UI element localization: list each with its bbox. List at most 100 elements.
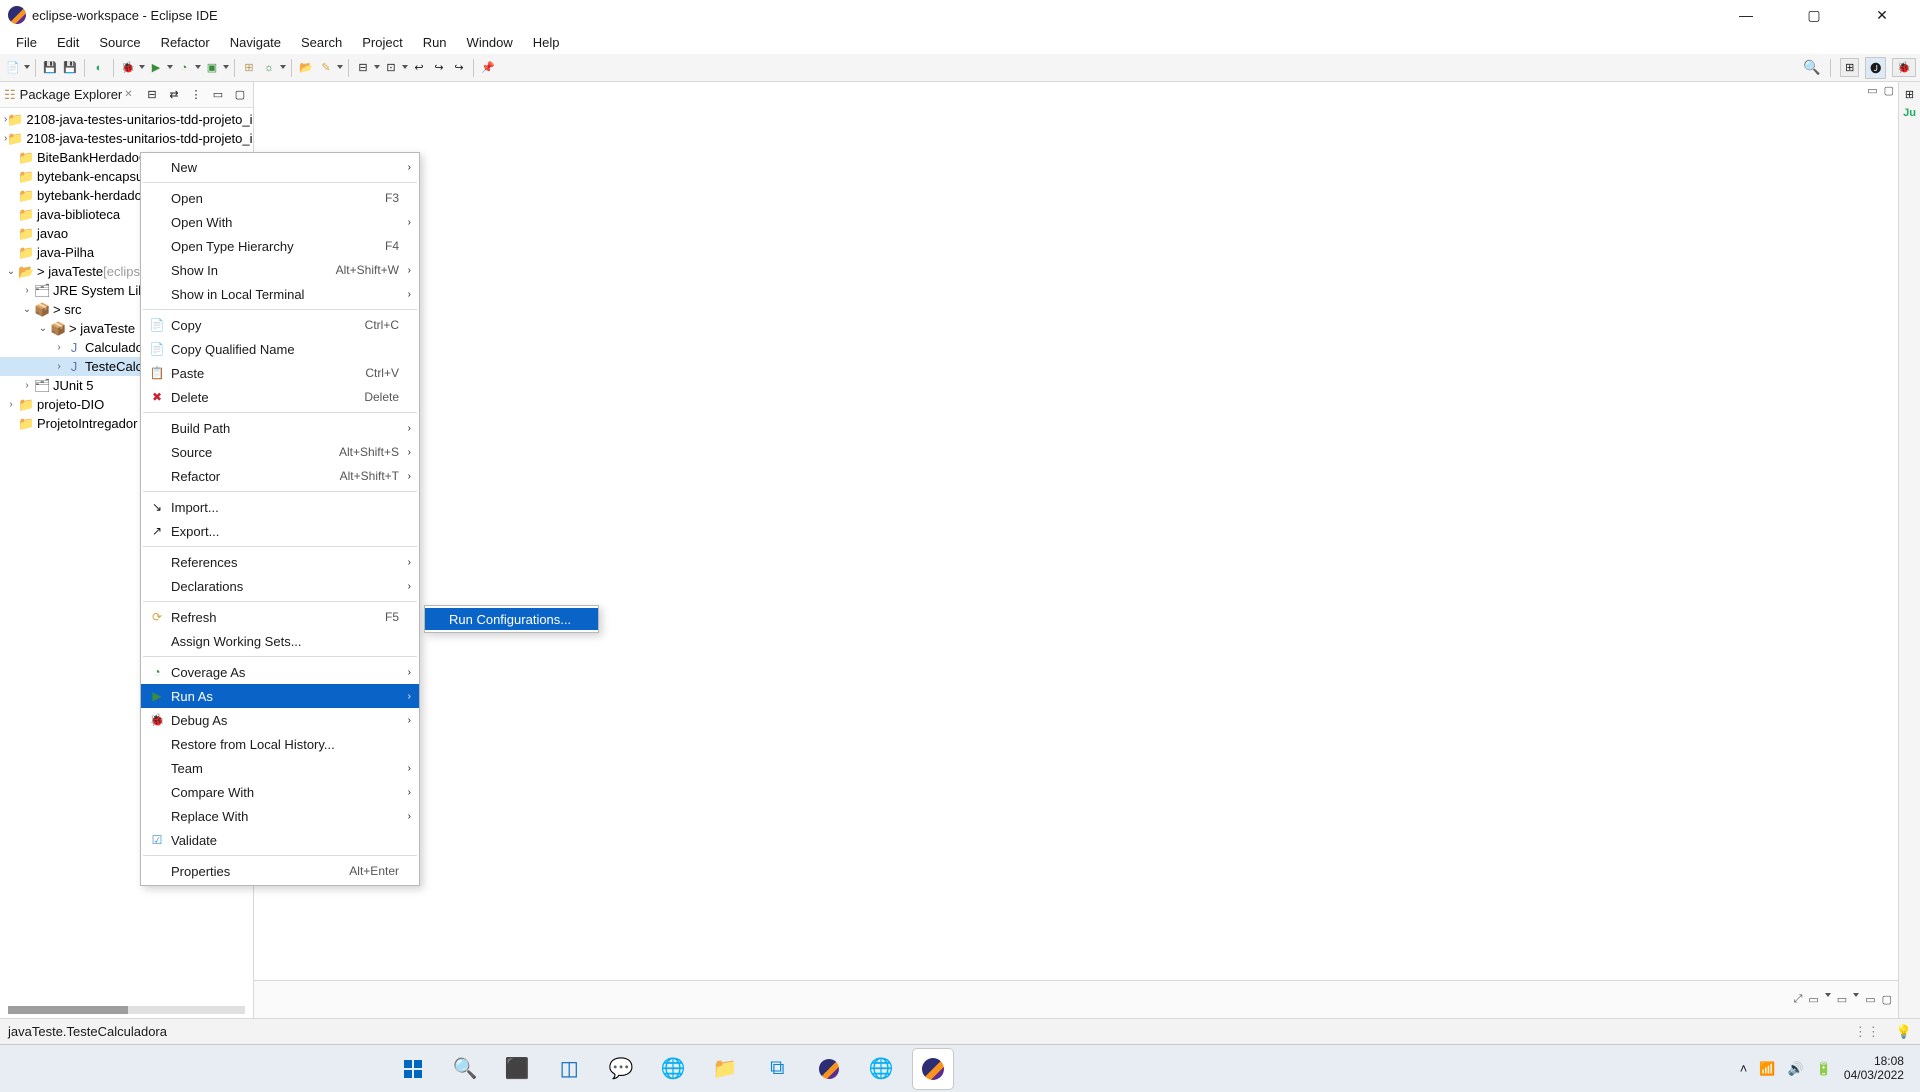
wifi-icon[interactable]: 📶 [1759, 1061, 1775, 1077]
maximize-view-icon[interactable]: ▢ [231, 86, 249, 104]
menu-navigate[interactable]: Navigate [220, 32, 291, 53]
dropdown-icon[interactable] [167, 65, 173, 71]
dropdown-icon[interactable] [139, 65, 145, 71]
tray-overflow-icon[interactable]: ˄ [1740, 1061, 1748, 1076]
twisty-icon[interactable]: ⌄ [20, 304, 34, 315]
status-handle-icon[interactable]: ⋮⋮ [1854, 1024, 1880, 1040]
dropdown-icon[interactable] [337, 65, 343, 71]
chrome2-icon[interactable]: 🌐 [861, 1049, 901, 1089]
tree-node[interactable]: ›📁2108-java-testes-unitarios-tdd-projeto… [0, 110, 253, 129]
ctx-export[interactable]: ↗Export... [141, 519, 419, 543]
ctx-run-as[interactable]: ▶Run As› [141, 684, 419, 708]
save-icon[interactable]: 💾 [41, 59, 59, 77]
junit-view-icon[interactable]: Ju [1903, 107, 1916, 119]
ctx-references[interactable]: References› [141, 550, 419, 574]
context-menu[interactable]: New› OpenF3Open With›Open Type HierarchyF… [140, 152, 420, 886]
dropdown-icon[interactable] [374, 65, 380, 71]
open-task-icon[interactable]: 📂 [297, 59, 315, 77]
ctx-delete[interactable]: ✖DeleteDelete [141, 385, 419, 409]
console-pin-icon[interactable]: ⤢ [1794, 993, 1803, 1006]
run-configurations-item[interactable]: Run Configurations... [425, 608, 598, 630]
save-all-icon[interactable]: 💾 [61, 59, 79, 77]
run-icon[interactable]: ▶ [147, 59, 165, 77]
debug-icon[interactable]: 🐞 [119, 59, 137, 77]
console-display-icon[interactable]: ▭ [1808, 993, 1818, 1006]
ctx-validate[interactable]: ☑Validate [141, 828, 419, 852]
ctx-show-in-local-terminal[interactable]: Show in Local Terminal› [141, 282, 419, 306]
ctx-coverage-as[interactable]: ◔Coverage As› [141, 660, 419, 684]
chrome-icon[interactable]: 🌐 [653, 1049, 693, 1089]
ctx-properties[interactable]: PropertiesAlt+Enter [141, 859, 419, 883]
pin-icon[interactable]: 📌 [479, 59, 497, 77]
close-view-icon[interactable]: ✕ [124, 89, 132, 100]
system-clock[interactable]: 18:08 04/03/2022 [1844, 1055, 1904, 1081]
ext-tools-icon[interactable]: ▣ [203, 59, 221, 77]
dropdown-icon[interactable] [1853, 993, 1859, 999]
ctx-open-with[interactable]: Open With› [141, 210, 419, 234]
twisty-icon[interactable]: › [20, 285, 34, 296]
link-editor-icon[interactable]: ⇄ [165, 86, 183, 104]
new-package-icon[interactable]: ⊞ [240, 59, 258, 77]
chat-icon[interactable]: 💬 [601, 1049, 641, 1089]
scrollbar-thumb[interactable] [8, 1006, 128, 1014]
new-class-icon[interactable]: ☼ [260, 59, 278, 77]
coverage-icon[interactable]: ◔ [175, 59, 193, 77]
toggle-mark-icon[interactable]: ⊡ [382, 59, 400, 77]
twisty-icon[interactable]: ⌄ [36, 323, 50, 334]
dropdown-icon[interactable] [280, 65, 286, 71]
tree-node[interactable]: ›📁2108-java-testes-unitarios-tdd-projeto… [0, 129, 253, 148]
ctx-refresh[interactable]: ⟳RefreshF5 [141, 605, 419, 629]
java-perspective-button[interactable]: 🅙 [1865, 57, 1886, 79]
new-icon[interactable]: 📄 [4, 59, 22, 77]
nav-fwd-icon[interactable]: ↪ [430, 59, 448, 77]
open-type-icon[interactable]: ◐ [90, 59, 108, 77]
task-view-icon[interactable]: ⬛ [497, 1049, 537, 1089]
twisty-icon[interactable]: › [52, 342, 66, 353]
nav-back-icon[interactable]: ↩ [410, 59, 428, 77]
maximize-button[interactable]: ▢ [1792, 7, 1836, 24]
minimize-button[interactable]: — [1724, 7, 1768, 24]
menu-refactor[interactable]: Refactor [151, 32, 220, 53]
twisty-icon[interactable]: › [4, 399, 18, 410]
ctx-new[interactable]: New› [141, 155, 419, 179]
debug-perspective-button[interactable]: 🐞 [1892, 58, 1916, 77]
nav-last-icon[interactable]: ↪ [450, 59, 468, 77]
ctx-declarations[interactable]: Declarations› [141, 574, 419, 598]
ctx-restore-from-local-history[interactable]: Restore from Local History... [141, 732, 419, 756]
twisty-icon[interactable]: › [20, 380, 34, 391]
ctx-team[interactable]: Team› [141, 756, 419, 780]
minimize-view-icon[interactable]: ▭ [209, 86, 227, 104]
menu-file[interactable]: File [6, 32, 47, 53]
minimize-editor-icon[interactable]: ▭ [1867, 84, 1877, 97]
dropdown-icon[interactable] [402, 65, 408, 71]
maximize-editor-icon[interactable]: ▢ [1884, 84, 1894, 97]
ctx-build-path[interactable]: Build Path› [141, 416, 419, 440]
dropdown-icon[interactable] [223, 65, 229, 71]
ctx-open[interactable]: OpenF3 [141, 186, 419, 210]
minimize-bottom-icon[interactable]: ▭ [1865, 993, 1875, 1006]
volume-icon[interactable]: 🔊 [1788, 1061, 1804, 1077]
menu-source[interactable]: Source [89, 32, 150, 53]
menu-project[interactable]: Project [352, 32, 412, 53]
dropdown-icon[interactable] [1825, 993, 1831, 999]
maximize-bottom-icon[interactable]: ▢ [1882, 993, 1892, 1006]
ctx-refactor[interactable]: RefactorAlt+Shift+T› [141, 464, 419, 488]
ctx-open-type-hierarchy[interactable]: Open Type HierarchyF4 [141, 234, 419, 258]
search-icon[interactable]: ✎ [317, 59, 335, 77]
file-explorer-icon[interactable]: 📁 [705, 1049, 745, 1089]
main-toolbar[interactable]: 📄 💾 💾 ◐ 🐞 ▶ ◔ ▣ ⊞ ☼ 📂 ✎ ⊟ ⊡ ↩ ↪ ↪ 📌 🔍 ⊞ … [0, 54, 1920, 82]
ctx-replace-with[interactable]: Replace With› [141, 804, 419, 828]
menu-bar[interactable]: FileEditSourceRefactorNavigateSearchProj… [0, 30, 1920, 54]
close-button[interactable]: ✕ [1860, 7, 1904, 24]
ctx-assign-working-sets[interactable]: Assign Working Sets... [141, 629, 419, 653]
menu-run[interactable]: Run [413, 32, 457, 53]
search-toolbar-icon[interactable]: 🔍 [1803, 59, 1821, 77]
vscode-icon[interactable]: ⧉ [757, 1049, 797, 1089]
menu-edit[interactable]: Edit [47, 32, 89, 53]
console-select-icon[interactable]: ▭ [1837, 993, 1847, 1006]
start-button[interactable] [393, 1049, 433, 1089]
widgets-icon[interactable]: ◫ [549, 1049, 589, 1089]
dropdown-icon[interactable] [24, 65, 30, 71]
ctx-copy[interactable]: 📄CopyCtrl+C [141, 313, 419, 337]
menu-help[interactable]: Help [523, 32, 570, 53]
